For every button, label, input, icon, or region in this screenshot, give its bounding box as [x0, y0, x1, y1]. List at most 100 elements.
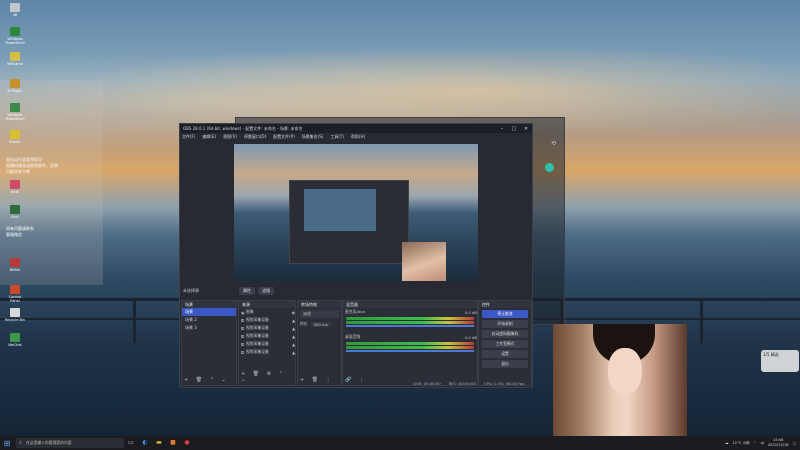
controls-title: 控件 [479, 301, 531, 308]
menu-help[interactable]: 帮助(H) [351, 134, 365, 140]
desktop-icon[interactable]: Epic [4, 205, 26, 225]
source-item[interactable]: ◘ 视频采集设备 ▲ [239, 324, 295, 332]
mixer-title: 混音器 [343, 301, 477, 308]
desktop-icon[interactable]: WeGame [4, 52, 26, 72]
properties-button[interactable]: 属性 [239, 287, 255, 295]
source-item[interactable]: ◘ 视频采集设备 ▲ [239, 340, 295, 348]
maximize-icon[interactable]: □ [508, 126, 520, 132]
menu-scene-collection[interactable]: 场景集合(S) [302, 134, 324, 140]
windows-start-icon[interactable]: ⊞ [0, 439, 14, 448]
start-recording-button[interactable]: 开始录制 [482, 320, 528, 328]
desktop-note: 如有问题请联系 [6, 226, 34, 231]
notification-card[interactable]: 1/5 精选 [761, 350, 799, 372]
title-bar: OBS 28.0.1 (64-bit, windows) - 配置文件: 未命名… [180, 124, 532, 133]
source-item[interactable]: ◘ 视频采集设备 ▲ [239, 332, 295, 340]
desktop-icon[interactable]: Bilibili [4, 258, 26, 278]
railing-post [700, 298, 703, 343]
window-title: OBS 28.0.1 (64-bit, windows) - 配置文件: 未命名… [183, 125, 303, 131]
preview-canvas[interactable] [234, 144, 478, 281]
volume-slider[interactable] [346, 325, 474, 327]
lock-icon[interactable]: ▲ [292, 326, 295, 331]
mixer-dock: 混音器 麦克风/Aux 0.0 dB 桌面音频 0.0 dB 🔗 ⋮ [342, 300, 478, 386]
cpu-status: CPU: 0.3%, 60.00 fps [483, 380, 524, 386]
desktop-note: 双击运行此程序即可 [6, 157, 42, 162]
lock-icon[interactable]: ▲ [292, 342, 295, 347]
studio-mode-button[interactable]: 工作室模式 [482, 340, 528, 348]
sources-dock: 来源 ▣ 图像 ◉ ◘ 视频采集设备 ▲ ◘ 视频采集设备 ▲ ◘ 视频采集设备 ▲ ◘ 视频采集… [238, 300, 296, 386]
virtual-camera-button[interactable]: 启动虚拟摄像机 [482, 330, 528, 338]
desktop-icon[interactable]: Control Panel [4, 285, 26, 305]
desktop-icon[interactable]: Windows PowerShell [4, 103, 26, 123]
menu-file[interactable]: 文件(F) [182, 134, 195, 140]
filters-button[interactable]: 滤镜 [258, 287, 274, 295]
search-icon: ⌕ [19, 440, 22, 446]
recycle-bin-icon[interactable]: Recycle Bin [4, 308, 26, 328]
sources-title: 来源 [239, 301, 295, 308]
lock-icon[interactable]: ▲ [292, 318, 295, 323]
edge-icon[interactable]: ◐ [138, 438, 152, 448]
app-icon[interactable]: ■ [166, 438, 180, 448]
preview-nested-obs [289, 180, 409, 264]
clock[interactable]: 15:44 2022/12/18 [768, 438, 789, 448]
mixer-channel: 麦克风/Aux 0.0 dB [345, 309, 477, 315]
scene-item[interactable]: 场景 3 [182, 324, 236, 332]
eye-icon[interactable]: ◉ [292, 310, 295, 315]
stop-streaming-button[interactable]: 停止推流 [482, 310, 528, 318]
desktop-icon[interactable]: Sticker [4, 130, 26, 150]
menu-bar: 文件(F) 编辑(E) 视图(V) 停靠窗口(D) 配置文件(P) 场景集合(S… [180, 133, 532, 141]
scene-item[interactable]: 场景 2 [182, 316, 236, 324]
desktop-icon[interactable]: Intel [4, 180, 26, 200]
volume-meter [346, 346, 474, 349]
desktop-icon[interactable]: Ai Plugin [4, 79, 26, 99]
volume-meter [346, 321, 474, 324]
scene-item[interactable]: 场景 [182, 308, 236, 316]
desktop-icon[interactable]: ldf [4, 3, 26, 23]
duration-input[interactable]: 300 ms [310, 321, 331, 327]
settings-button[interactable]: 设置 [482, 350, 528, 358]
mixer-channel: 桌面音频 0.0 dB [345, 334, 477, 340]
volume-icon[interactable]: ◂) [761, 441, 764, 445]
taskbar-search[interactable]: ⌕ 在这里输入你要搜索的内容 [16, 438, 124, 448]
source-item[interactable]: ▣ 图像 ◉ [239, 308, 295, 316]
duration-row: 时长 300 ms [298, 320, 341, 328]
desktop-icon[interactable]: WeChat [4, 333, 26, 353]
lock-icon[interactable]: ▲ [292, 334, 295, 339]
transition-select[interactable]: 淡化 [300, 310, 339, 318]
weather-text[interactable]: 11°C 小雨 [732, 441, 749, 446]
source-item[interactable]: ◘ 视频采集设备 ▲ [239, 348, 295, 356]
lock-icon[interactable]: ▲ [292, 350, 295, 355]
obs-window: OBS 28.0.1 (64-bit, windows) - 配置文件: 未命名… [179, 123, 533, 388]
volume-slider[interactable] [346, 350, 474, 352]
system-tray: ☁ 11°C 小雨 ⌃ ◂) 15:44 2022/12/18 ▢ [725, 438, 800, 448]
minimize-icon[interactable]: – [496, 126, 508, 132]
live-status: LIVE: 00:00:00 [412, 380, 441, 386]
desktop-note: 直播时请关闭其他软件，否则 [6, 163, 58, 168]
menu-tools[interactable]: 工具(T) [330, 134, 344, 140]
menu-edit[interactable]: 编辑(E) [202, 134, 216, 140]
no-source-label: 未选择源 [183, 288, 199, 293]
source-item[interactable]: ◘ 视频采集设备 ▲ [239, 316, 295, 324]
volume-meter [346, 317, 474, 320]
task-view-icon[interactable]: ▭ [124, 438, 138, 448]
explorer-icon[interactable]: ▬ [152, 438, 166, 448]
menu-profile[interactable]: 配置文件(P) [273, 134, 295, 140]
obs-taskbar-icon[interactable]: ● [180, 438, 194, 448]
exit-button[interactable]: 退出 [482, 360, 528, 368]
webcam-preview [553, 324, 687, 450]
transitions-dock: 转场特效 淡化 时长 300 ms + 🗑 ⋮ [297, 300, 342, 386]
desktop-icon[interactable]: Windows PowerShell [4, 27, 26, 47]
menu-view[interactable]: 视图(V) [223, 134, 237, 140]
preview-webcam [402, 242, 446, 281]
rec-status: REC: 00:00:00 [448, 380, 476, 386]
desktop-note: 客服微信 [6, 232, 22, 237]
status-dot-icon [545, 163, 554, 172]
menu-docks[interactable]: 停靠窗口(D) [244, 134, 266, 140]
close-icon[interactable]: ✕ [520, 126, 532, 132]
status-bar: LIVE: 00:00:00 REC: 00:00:00 CPU: 0.3%, … [180, 379, 532, 387]
controls-dock: 控件 停止推流 开始录制 启动虚拟摄像机 工作室模式 设置 退出 [478, 300, 532, 386]
notification-icon[interactable]: ▢ [793, 441, 796, 445]
network-icon[interactable]: ⌃ [754, 441, 757, 445]
weather-icon[interactable]: ☁ [725, 441, 729, 445]
share-icon[interactable]: ⟲ [551, 140, 556, 147]
desktop-note: 可能导致卡顿 [6, 169, 30, 174]
